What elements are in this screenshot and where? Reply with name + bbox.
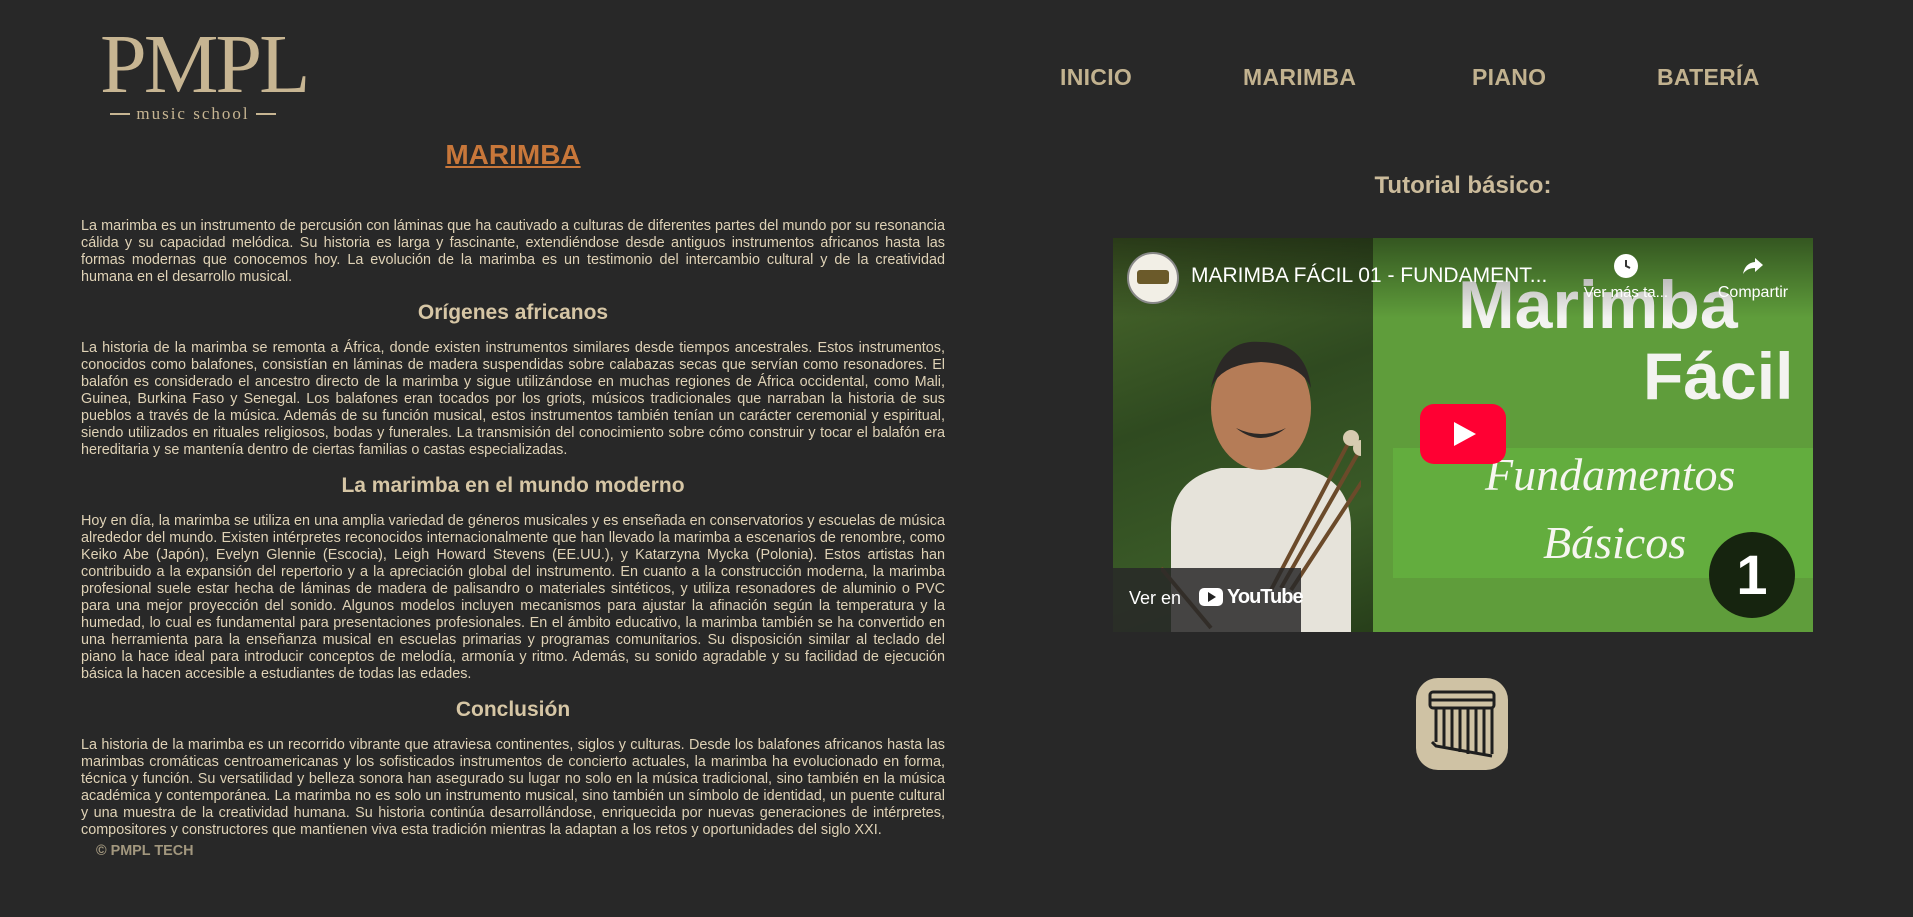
thumbnail-text-fundamentos: Fundamentos [1485, 449, 1736, 500]
clock-icon [1614, 254, 1638, 278]
share-button[interactable]: Compartir [1703, 254, 1803, 302]
tutorial-title: Tutorial básico: [1374, 172, 1552, 199]
pan-flute-icon [1428, 690, 1496, 758]
play-button[interactable] [1420, 404, 1506, 464]
section-text-origenes: La historia de la marimba se remonta a Á… [81, 340, 945, 458]
nav-item-piano[interactable]: PIANO [1472, 64, 1546, 91]
share-label: Compartir [1717, 284, 1789, 301]
nav-item-marimba[interactable]: MARIMBA [1243, 64, 1356, 91]
nav-item-bateria[interactable]: BATERÍA [1657, 64, 1760, 91]
youtube-logo-icon [1199, 588, 1223, 606]
main-nav: INICIO MARIMBA PIANO BATERÍA [0, 64, 1913, 94]
footer-copyright: © PMPL TECH [96, 843, 194, 859]
section-heading-origenes: Orígenes africanos [417, 301, 609, 324]
article: MARIMBA La marimba es un instrumento de … [81, 138, 945, 839]
logo-subtitle-text: music school [136, 104, 250, 123]
watch-later-button[interactable]: Ver más ta... [1581, 254, 1671, 301]
youtube-wordmark: YouTube [1227, 586, 1304, 608]
article-intro: La marimba es un instrumento de percusió… [81, 218, 945, 285]
section-text-conclusion: La historia de la marimba es un recorrid… [81, 737, 945, 838]
thumbnail-text-basicos: Básicos [1543, 517, 1687, 568]
watch-on-youtube-button[interactable]: Ver en YouTube [1113, 568, 1304, 632]
thumbnail-text-facil: Fácil [1643, 339, 1794, 413]
channel-avatar-mark [1137, 270, 1169, 284]
section-text-moderno: Hoy en día, la marimba se utiliza en una… [81, 513, 945, 682]
logo-dash-right [255, 113, 276, 115]
watch-later-label: Ver más ta... [1583, 284, 1669, 301]
video-title[interactable]: MARIMBA FÁCIL 01 - FUNDAMENT... [1191, 264, 1547, 288]
channel-avatar[interactable] [1127, 252, 1179, 304]
section-heading-conclusion: Conclusión [455, 698, 571, 721]
article-title: MARIMBA [445, 139, 581, 170]
section-heading-moderno: La marimba en el mundo moderno [341, 474, 685, 497]
pan-flute-button[interactable] [1416, 678, 1508, 770]
nav-item-inicio[interactable]: INICIO [1060, 64, 1132, 91]
share-icon [1741, 254, 1765, 278]
logo-dash-left [110, 113, 131, 115]
thumbnail-episode-number: 1 [1709, 532, 1795, 618]
youtube-video-embed[interactable]: Marimba Fácil Fundamentos Básicos 1 MARI… [1113, 238, 1813, 632]
play-icon [1454, 422, 1476, 446]
watch-on-label: Ver en [1129, 588, 1182, 608]
